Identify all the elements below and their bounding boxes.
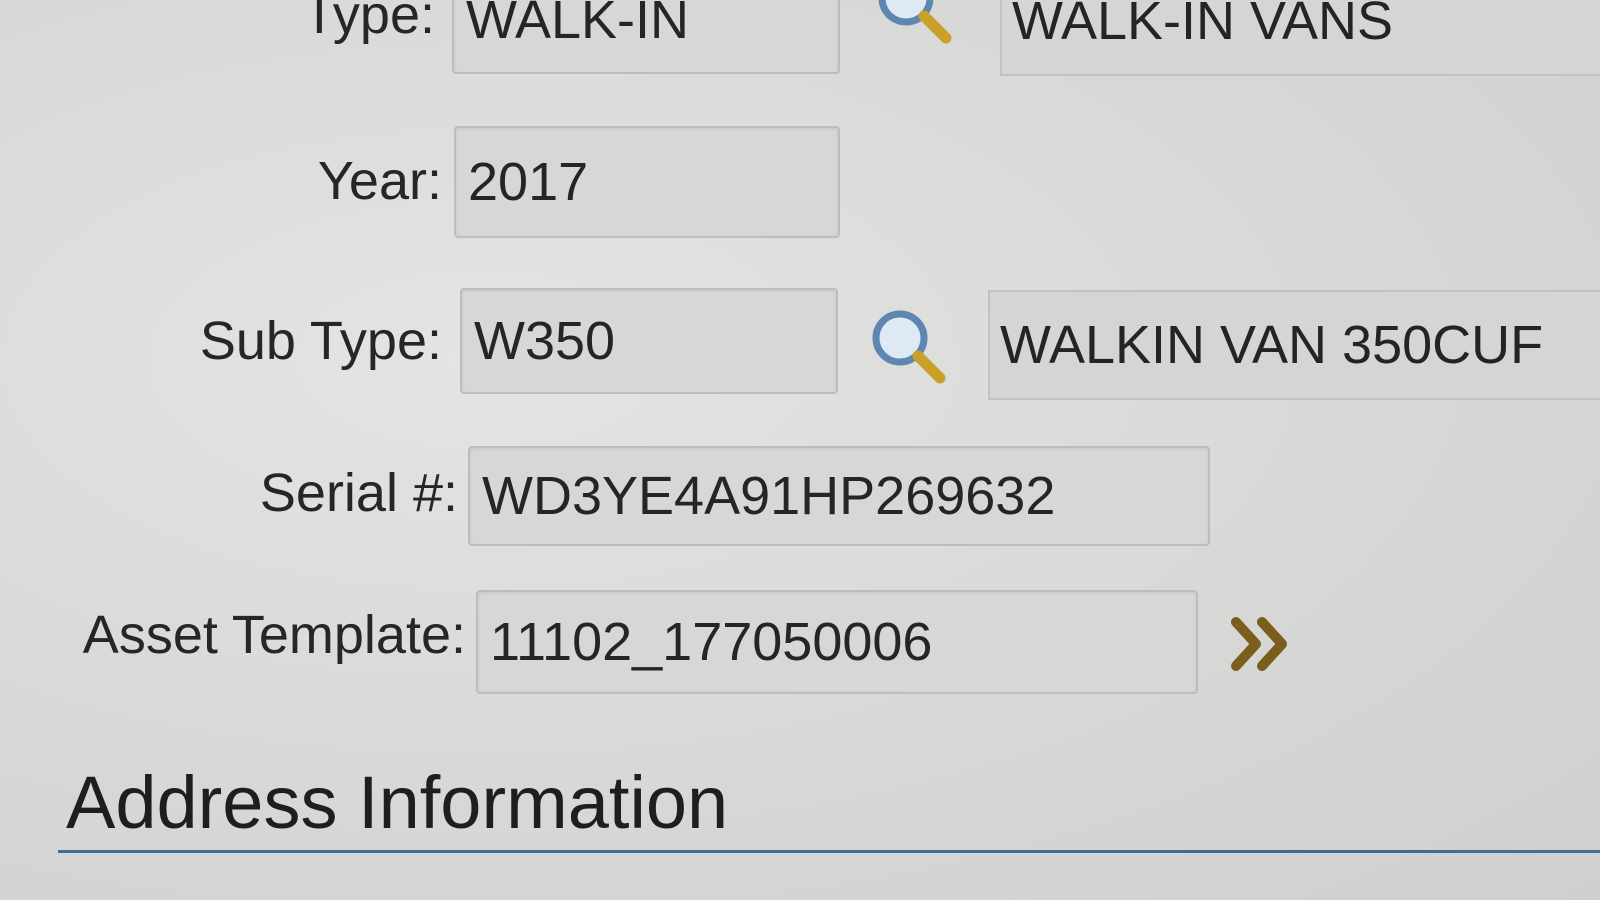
section-divider [58, 850, 1600, 853]
address-information-heading: Address Information [66, 761, 729, 844]
year-value: 2017 [468, 152, 589, 212]
serial-label: Serial #: [259, 463, 458, 523]
type-label: Type: [302, 0, 435, 45]
serial-input[interactable]: WD3YE4A91HP269632 [468, 446, 1210, 546]
asset-template-value: 11102_177050006 [490, 612, 933, 672]
type-description-text: WALK-IN VANS [1012, 0, 1394, 51]
type-description: WALK-IN VANS [1000, 0, 1600, 76]
double-chevron-right-icon[interactable] [1230, 614, 1300, 674]
serial-value: WD3YE4A91HP269632 [482, 466, 1056, 526]
sub-type-lookup-icon[interactable] [862, 300, 952, 390]
type-lookup-icon[interactable] [868, 0, 958, 50]
type-value: WALK-IN [466, 0, 690, 50]
sub-type-value: W350 [474, 311, 616, 371]
year-label: Year: [317, 151, 442, 211]
year-input[interactable]: 2017 [454, 126, 840, 238]
sub-type-description: WALKIN VAN 350CUF [988, 290, 1600, 400]
sub-type-input[interactable]: W350 [460, 288, 838, 394]
sub-type-description-text: WALKIN VAN 350CUF [1000, 315, 1544, 375]
type-input[interactable]: WALK-IN [452, 0, 840, 74]
asset-template-label: Asset Template: [82, 605, 466, 665]
sub-type-label: Sub Type: [199, 311, 442, 371]
asset-template-input[interactable]: 11102_177050006 [476, 590, 1198, 694]
